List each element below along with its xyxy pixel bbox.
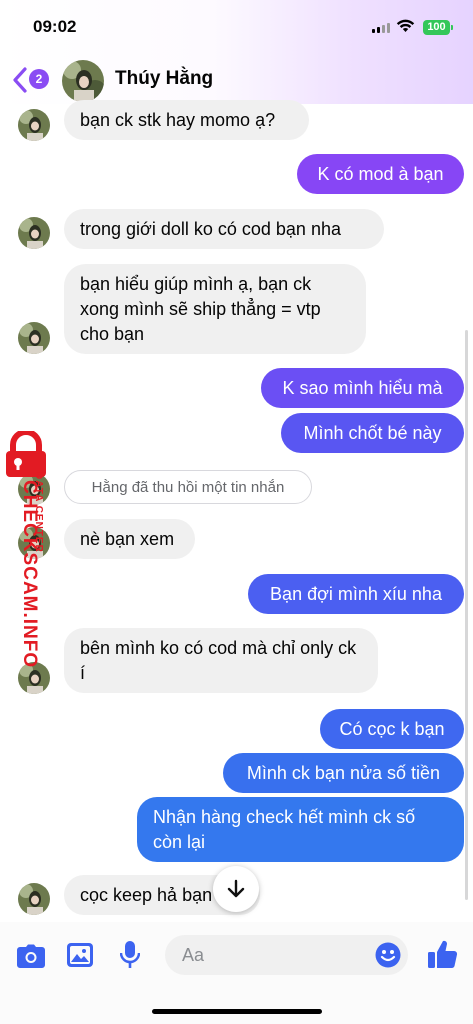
sender-avatar[interactable] — [18, 322, 50, 354]
camera-icon[interactable] — [17, 944, 45, 968]
home-indicator — [152, 1009, 322, 1014]
battery-indicator: 100 — [423, 20, 450, 35]
message-input[interactable]: Aa — [165, 935, 408, 975]
thumbs-up-icon[interactable] — [428, 940, 458, 969]
outgoing-message[interactable]: Có cọc k bạn — [320, 709, 464, 749]
incoming-message[interactable]: bạn ck stk hay momo ạ? — [64, 100, 309, 140]
scrollbar[interactable] — [465, 330, 468, 900]
outgoing-message[interactable]: Mình ck bạn nửa số tiền — [223, 753, 464, 793]
contact-avatar[interactable] — [62, 60, 104, 102]
outgoing-message[interactable]: Mình chốt bé này — [281, 413, 464, 453]
gallery-icon[interactable] — [67, 943, 93, 967]
outgoing-message[interactable]: K có mod à bạn — [297, 154, 464, 194]
unsent-message-notice: Hằng đã thu hồi một tin nhắn — [64, 470, 312, 504]
incoming-message[interactable]: nè bạn xem — [64, 519, 195, 559]
unread-count-badge[interactable]: 2 — [29, 69, 49, 89]
sender-avatar[interactable] — [18, 883, 50, 915]
watermark-subtext: DATA CENTER — [33, 472, 44, 553]
scroll-to-bottom-button[interactable] — [213, 866, 259, 912]
sender-avatar[interactable] — [18, 109, 50, 141]
outgoing-message[interactable]: K sao mình hiểu mà — [261, 368, 464, 408]
battery-tip — [451, 25, 453, 30]
outgoing-message[interactable]: Bạn đợi mình xíu nha — [248, 574, 464, 614]
sender-avatar[interactable] — [18, 217, 50, 249]
outgoing-message[interactable]: Nhận hàng check hết mình ck số còn lại — [137, 797, 464, 862]
message-input-placeholder: Aa — [182, 944, 205, 965]
wifi-icon — [396, 19, 415, 32]
incoming-message[interactable]: trong giới doll ko có cod bạn nha — [64, 209, 384, 249]
status-time: 09:02 — [33, 17, 77, 36]
incoming-message[interactable]: bên mình ko có cod mà chỉ only ck í — [64, 628, 378, 693]
contact-name[interactable]: Thúy Hằng — [115, 68, 213, 90]
back-chevron-icon[interactable] — [12, 67, 28, 93]
emoji-icon[interactable] — [375, 942, 401, 968]
arrow-down-icon — [227, 879, 245, 898]
incoming-message[interactable]: bạn hiểu giúp mình ạ, bạn ck xong mình s… — [64, 264, 366, 354]
cellular-signal-icon — [372, 23, 390, 33]
microphone-icon[interactable] — [120, 941, 140, 969]
